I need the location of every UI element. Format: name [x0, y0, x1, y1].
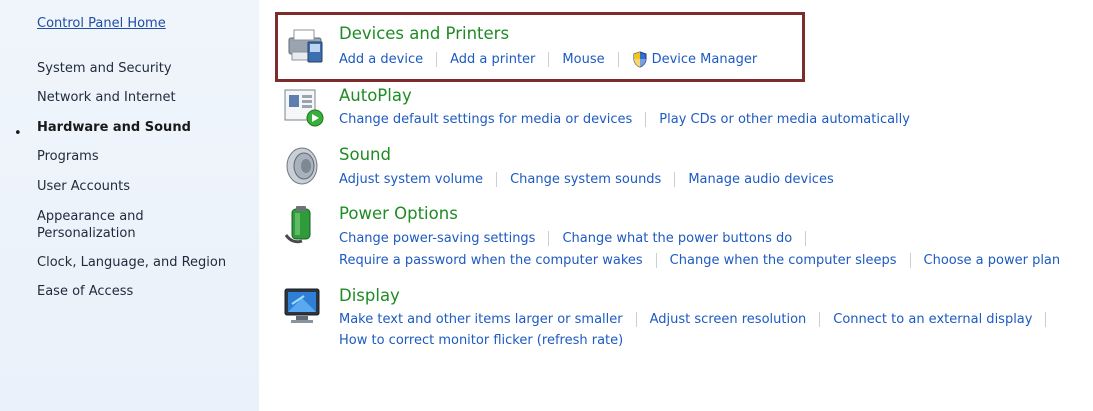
make-text-larger-link[interactable]: Make text and other items larger or smal…	[339, 312, 623, 327]
autoplay-links: Change default settings for media or dev…	[339, 112, 910, 127]
monitor-flicker-link[interactable]: How to correct monitor flicker (refresh …	[339, 333, 623, 348]
speaker-icon[interactable]	[282, 146, 326, 186]
link-separator	[1045, 312, 1047, 327]
change-power-saving-link[interactable]: Change power-saving settings	[339, 231, 535, 246]
manage-audio-devices-link[interactable]: Manage audio devices	[688, 172, 833, 187]
change-system-sounds-link[interactable]: Change system sounds	[510, 172, 661, 187]
change-power-buttons-link[interactable]: Change what the power buttons do	[562, 231, 792, 246]
sidebar-item-user-accounts[interactable]: User Accounts	[37, 178, 252, 195]
active-bullet: •	[14, 126, 22, 141]
power-links-row1: Change power-saving settings Change what…	[339, 231, 807, 246]
power-links-row2: Require a password when the computer wak…	[339, 253, 1060, 268]
sound-links: Adjust system volume Change system sound…	[339, 172, 834, 187]
adjust-volume-link[interactable]: Adjust system volume	[339, 172, 483, 187]
play-cds-automatically-link[interactable]: Play CDs or other media automatically	[659, 112, 910, 127]
adjust-resolution-link[interactable]: Adjust screen resolution	[650, 312, 807, 327]
sidebar-item-network-internet[interactable]: Network and Internet	[37, 89, 252, 106]
change-sleep-link[interactable]: Change when the computer sleeps	[670, 253, 897, 268]
link-separator	[548, 231, 550, 246]
connect-external-display-link[interactable]: Connect to an external display	[833, 312, 1032, 327]
sidebar: Control Panel Home System and Security N…	[0, 0, 259, 411]
monitor-icon[interactable]	[282, 286, 326, 326]
sound-title[interactable]: Sound	[339, 145, 391, 164]
highlight-box	[275, 12, 805, 82]
link-separator	[819, 312, 821, 327]
link-separator	[645, 112, 647, 127]
display-links-row2: How to correct monitor flicker (refresh …	[339, 333, 623, 348]
link-separator	[805, 231, 807, 246]
sidebar-item-programs[interactable]: Programs	[37, 148, 252, 165]
link-separator	[909, 253, 911, 268]
link-separator	[674, 172, 676, 187]
sidebar-item-ease-of-access[interactable]: Ease of Access	[37, 283, 252, 300]
control-panel-home-link[interactable]: Control Panel Home	[37, 16, 166, 31]
link-separator	[496, 172, 498, 187]
sidebar-item-appearance[interactable]: Appearance and Personalization	[37, 208, 187, 242]
battery-icon[interactable]	[282, 205, 326, 245]
power-options-title[interactable]: Power Options	[339, 204, 458, 223]
sidebar-item-system-security[interactable]: System and Security	[37, 60, 252, 77]
change-default-media-settings-link[interactable]: Change default settings for media or dev…	[339, 112, 632, 127]
autoplay-title[interactable]: AutoPlay	[339, 86, 412, 105]
autoplay-icon[interactable]	[282, 88, 326, 128]
display-links-row1: Make text and other items larger or smal…	[339, 312, 1047, 327]
sidebar-item-clock-language[interactable]: Clock, Language, and Region	[37, 254, 252, 271]
require-password-wake-link[interactable]: Require a password when the computer wak…	[339, 253, 643, 268]
link-separator	[655, 253, 657, 268]
display-title[interactable]: Display	[339, 286, 400, 305]
choose-power-plan-link[interactable]: Choose a power plan	[924, 253, 1061, 268]
sidebar-item-hardware-sound: Hardware and Sound	[37, 120, 191, 135]
link-separator	[635, 312, 637, 327]
